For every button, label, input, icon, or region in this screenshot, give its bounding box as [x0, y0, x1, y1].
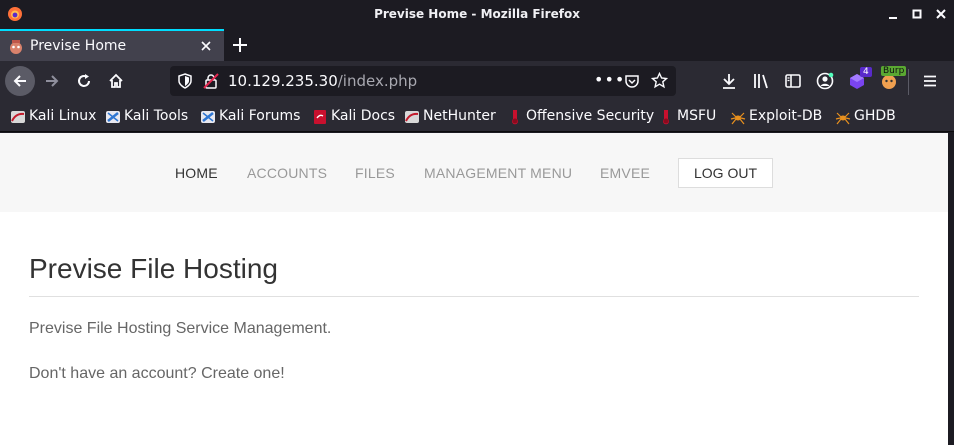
toolbar-separator [908, 69, 909, 95]
forward-button[interactable] [37, 66, 67, 96]
tab-label: Previse Home [30, 38, 127, 54]
forward-arrow-icon [46, 75, 59, 87]
burp-badge: Burp [881, 66, 907, 76]
url-path: /index.php [337, 72, 418, 90]
nav-emvee[interactable]: EMVEE [600, 165, 650, 181]
back-button[interactable] [5, 66, 35, 96]
exploitdb-spider-icon [835, 112, 851, 125]
downloads-icon[interactable] [720, 72, 738, 90]
service-description: Previse File Hosting Service Management. [29, 320, 332, 337]
page-actions-menu-icon[interactable]: ••• [594, 70, 625, 89]
window-edge [948, 133, 954, 445]
create-account-prompt: Don't have an account? Create one! [29, 365, 285, 382]
home-icon [109, 73, 123, 88]
kali-tools-icon [106, 111, 120, 123]
tab-close-icon[interactable] [199, 39, 213, 53]
reload-button[interactable] [69, 66, 99, 96]
minimize-icon[interactable] [886, 7, 900, 21]
library-icon[interactable] [752, 72, 770, 90]
tab-previse-home[interactable]: Previse Home [0, 29, 224, 61]
heading-divider [29, 296, 919, 297]
tracking-shield-icon[interactable] [177, 73, 193, 89]
insecure-lock-icon[interactable] [203, 73, 219, 89]
kali-forums-icon [201, 111, 215, 123]
nav-home[interactable]: HOME [175, 165, 218, 181]
tab-strip: Previse Home [0, 29, 954, 61]
exploitdb-spider-icon [730, 112, 746, 125]
reload-icon [78, 74, 90, 87]
nav-accounts[interactable]: ACCOUNTS [247, 165, 327, 181]
nav-files[interactable]: FILES [355, 165, 395, 181]
close-window-icon[interactable] [934, 7, 948, 21]
navigation-toolbar: 10.129.235.30/index.php ••• 4 Burp [0, 61, 954, 102]
extension-count-badge: 4 [860, 67, 872, 77]
address-bar[interactable]: 10.129.235.30/index.php ••• [170, 66, 676, 96]
kali-docs-icon [314, 110, 326, 124]
window-titlebar: Previse Home - Mozilla Firefox [0, 0, 954, 29]
account-icon[interactable] [816, 72, 834, 90]
back-arrow-icon [13, 75, 26, 87]
offsec-icon [663, 110, 669, 125]
offsec-icon [512, 110, 518, 125]
url-host: 10.129.235.30 [228, 72, 338, 90]
maximize-icon[interactable] [910, 7, 924, 21]
pocket-icon[interactable] [624, 73, 640, 89]
window-title: Previse Home - Mozilla Firefox [374, 7, 580, 21]
logout-button[interactable]: LOG OUT [678, 158, 773, 188]
sidebar-icon[interactable] [784, 72, 802, 90]
nav-management-menu[interactable]: MANAGEMENT MENU [424, 165, 572, 181]
web-page: HOME ACCOUNTS FILES MANAGEMENT MENU EMVE… [0, 133, 948, 445]
hamburger-menu-icon[interactable] [921, 72, 939, 90]
site-navbar: HOME ACCOUNTS FILES MANAGEMENT MENU EMVE… [0, 133, 948, 212]
page-heading: Previse File Hosting [29, 253, 278, 284]
bookmark-star-icon[interactable] [651, 72, 668, 89]
kali-dragon-icon [405, 111, 419, 123]
bookmarks-toolbar: Kali Linux Kali Tools Kali Forums Kali D… [0, 102, 954, 132]
new-tab-icon[interactable] [231, 36, 249, 54]
site-favicon-icon [10, 40, 22, 54]
kali-dragon-icon [11, 111, 25, 123]
url-text[interactable]: 10.129.235.30/index.php [228, 72, 417, 90]
home-button[interactable] [101, 66, 131, 96]
